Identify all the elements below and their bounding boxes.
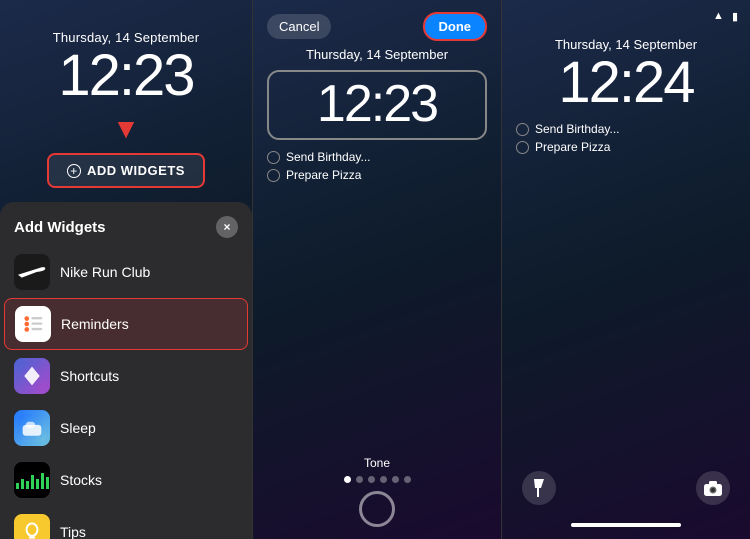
down-arrow-icon: ▼ [112,113,140,145]
widget-list: Nike Run Club Reminders [0,246,252,539]
radio-icon [516,141,529,154]
widget-name: Sleep [60,420,96,436]
dot-2 [356,476,363,483]
cancel-button[interactable]: Cancel [267,14,331,39]
sleep-icon [14,410,50,446]
widget-panel-header: Add Widgets × [0,202,252,246]
dot-3 [368,476,375,483]
shortcuts-icon [14,358,50,394]
panel2-bottom: Tone [253,456,501,539]
list-item: Prepare Pizza [516,140,736,154]
done-button[interactable]: Done [423,12,488,41]
reminders-list: Send Birthday... Prepare Pizza [516,122,736,158]
widget-name: Shortcuts [60,368,119,384]
list-item[interactable]: Tips [0,506,252,539]
clock-widget: 12:23 [267,70,487,140]
camera-button[interactable] [696,471,730,505]
tone-label: Tone [364,456,390,470]
list-item: Send Birthday... [267,150,487,164]
status-bar: ▲ ▮ [502,0,750,27]
widget-panel: Add Widgets × Nike Run Club [0,202,252,539]
panel2-top-bar: Cancel Done [253,0,501,47]
reminder-text: Send Birthday... [535,122,620,136]
flashlight-button[interactable] [522,471,556,505]
widget-name: Tips [60,524,86,539]
widget-name: Stocks [60,472,102,488]
reminder-text: Prepare Pizza [286,168,361,182]
list-item[interactable]: Shortcuts [0,350,252,402]
time-label: 12:23 [317,75,437,133]
list-item: Prepare Pizza [267,168,487,182]
radio-icon [267,169,280,182]
widget-panel-title: Add Widgets [14,219,106,236]
add-widgets-label: ADD WIDGETS [87,163,185,178]
dot-1 [344,476,351,483]
time-label: 12:24 [502,54,750,112]
panel-1: Thursday, 14 September 12:23 ▼ + ADD WID… [0,0,252,539]
top-content: Thursday, 14 September 12:23 ▼ + ADD WID… [0,0,252,188]
panel-3: ▲ ▮ Thursday, 14 September 12:24 Send Bi… [501,0,750,539]
time-label: 12:23 [58,47,193,105]
close-button[interactable]: × [216,216,238,238]
date-label: Thursday, 14 September [253,47,501,62]
dot-5 [392,476,399,483]
camera-shutter-button[interactable] [359,491,395,527]
wifi-icon: ▲ [713,10,724,23]
reminders-list: Send Birthday... Prepare Pizza [267,150,487,186]
list-item: Send Birthday... [516,122,736,136]
dot-4 [380,476,387,483]
list-item[interactable]: Sleep [0,402,252,454]
reminder-text: Send Birthday... [286,150,371,164]
list-item[interactable]: Nike Run Club [0,246,252,298]
home-bar [571,523,681,527]
add-widgets-button[interactable]: + ADD WIDGETS [47,153,205,188]
list-item[interactable]: Stocks [0,454,252,506]
widget-name: Nike Run Club [60,264,150,280]
dot-6 [404,476,411,483]
nike-icon [14,254,50,290]
panel3-bottom [502,471,750,523]
radio-icon [267,151,280,164]
reminder-text: Prepare Pizza [535,140,610,154]
reminders-icon [15,306,51,342]
battery-icon: ▮ [732,10,738,23]
date-label: Thursday, 14 September [502,27,750,52]
plus-icon: + [67,164,81,178]
panel-2: Cancel Done Thursday, 14 September 12:23… [252,0,501,539]
tips-icon [14,514,50,539]
widget-name: Reminders [61,316,129,332]
list-item[interactable]: Reminders [4,298,248,350]
radio-icon [516,123,529,136]
home-bar-container [502,523,750,539]
page-dots [344,476,411,483]
stocks-icon [14,462,50,498]
